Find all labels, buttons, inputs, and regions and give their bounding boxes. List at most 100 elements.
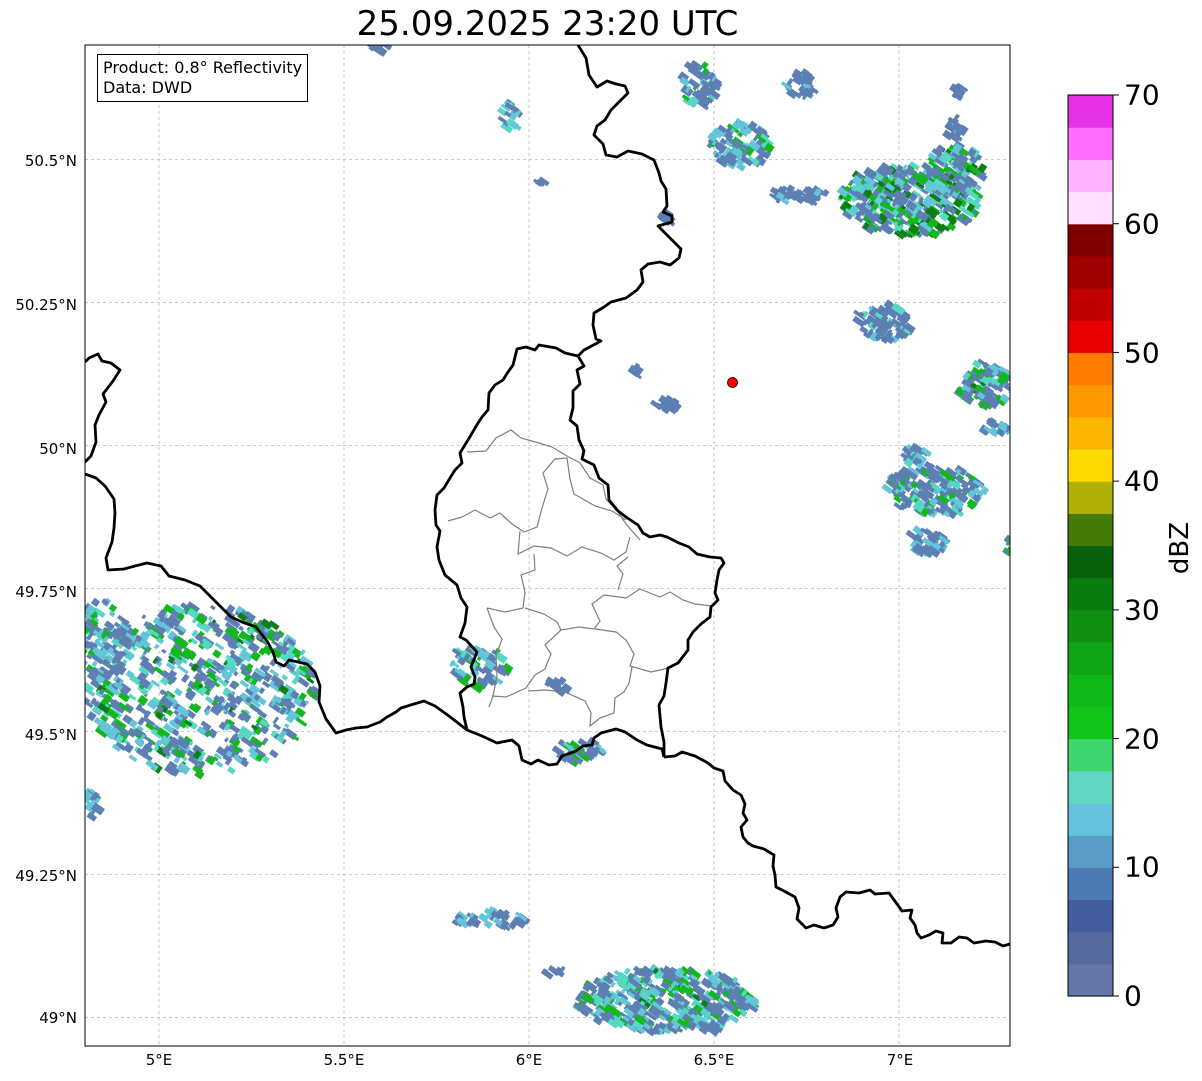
- colorbar-segment: [1068, 867, 1113, 901]
- echo-pixel: [215, 760, 224, 768]
- colorbar-segment: [1068, 159, 1113, 193]
- echo-pixel: [268, 749, 279, 759]
- echo-pixel: [108, 603, 118, 613]
- radar-echoes: [66, 45, 1010, 1037]
- y-tick-label: 50°N: [39, 440, 77, 458]
- colorbar-tick-label: 30: [1124, 593, 1160, 627]
- echo-pixel: [176, 762, 191, 776]
- echo-pixel: [71, 623, 84, 634]
- echo-pixel: [71, 618, 83, 630]
- colorbar-segment: [1068, 127, 1113, 160]
- echo-pixel: [283, 723, 290, 729]
- radar-site-marker: [727, 377, 738, 388]
- colorbar-tick-label: 20: [1124, 722, 1160, 756]
- echo-pixel: [73, 639, 83, 648]
- x-tick-label: 7°E: [886, 1051, 914, 1069]
- echo-pixel: [153, 643, 160, 650]
- echo-pixel: [258, 687, 266, 695]
- colorbar-segment: [1068, 352, 1113, 386]
- colorbar-segment: [1068, 963, 1113, 997]
- echo-pixel: [76, 664, 82, 670]
- colorbar-segment: [1068, 448, 1113, 482]
- echo-pixel: [70, 632, 79, 641]
- echo-pixel: [173, 687, 183, 697]
- colorbar-segment: [1068, 416, 1113, 450]
- colorbar-tick-label: 0: [1124, 979, 1142, 1013]
- colorbar-segment: [1068, 674, 1113, 707]
- colorbar-segment: [1068, 545, 1113, 579]
- echo-pixel: [272, 716, 280, 725]
- echo-pixel: [295, 716, 308, 727]
- colorbar-segment: [1068, 95, 1113, 128]
- echo-pixel: [74, 615, 82, 623]
- x-tick-label: 6°E: [515, 1051, 543, 1069]
- echo-pixel: [67, 625, 79, 635]
- colorbar-segment: [1068, 802, 1113, 836]
- radar-map: [66, 44, 1119, 1047]
- colorbar-label: dBZ: [1165, 521, 1195, 575]
- y-tick-label: 49°N: [39, 1009, 77, 1027]
- colorbar-tick-label: 70: [1124, 78, 1160, 112]
- colorbar-segment: [1068, 577, 1113, 611]
- y-tick-label: 49.25°N: [15, 867, 77, 885]
- x-tick-label: 5°E: [145, 1051, 173, 1069]
- echo-pixel: [176, 664, 189, 675]
- echo-pixel: [821, 188, 830, 198]
- colorbar-segment: [1068, 255, 1113, 289]
- colorbar-segment: [1068, 642, 1113, 675]
- echo-pixel: [90, 597, 101, 608]
- data-source-label: Data: DWD: [103, 78, 193, 97]
- colorbar-segment: [1068, 770, 1113, 804]
- colorbar-segment: [1068, 609, 1113, 643]
- colorbar-segment: [1068, 320, 1113, 354]
- echo-pixel: [261, 680, 271, 689]
- echo-pixel: [123, 742, 134, 754]
- echo-pixel: [75, 639, 81, 645]
- echo-pixel: [223, 737, 229, 743]
- map-title: 25.09.2025 23:20 UTC: [356, 4, 739, 44]
- y-tick-label: 49.75°N: [15, 583, 77, 601]
- colorbar-tick-label: 10: [1124, 850, 1160, 884]
- echo-pixel: [74, 615, 81, 622]
- y-tick-label: 50.25°N: [15, 296, 77, 314]
- colorbar-segment: [1068, 288, 1113, 321]
- colorbar-segment: [1068, 738, 1113, 772]
- echo-pixel: [66, 621, 81, 635]
- x-tick-label: 6.5°E: [693, 1051, 735, 1069]
- product-info-box: Product: 0.8° Reflectivity Data: DWD: [97, 54, 309, 102]
- colorbar-segment: [1068, 706, 1113, 740]
- echo-pixel: [180, 673, 190, 684]
- product-label: Product: 0.8° Reflectivity: [103, 58, 303, 77]
- echo-pixel: [128, 754, 138, 763]
- echo-pixel: [210, 604, 216, 611]
- colorbar-segment: [1068, 223, 1113, 257]
- echo-pixel: [272, 723, 281, 731]
- colorbar-segment: [1068, 481, 1113, 514]
- echo-pixel: [229, 680, 239, 690]
- echo-pixel: [240, 711, 252, 723]
- colorbar-tick-label: 60: [1124, 207, 1160, 241]
- colorbar-segment: [1068, 384, 1113, 418]
- y-tick-label: 50.5°N: [24, 152, 77, 170]
- colorbar-segment: [1068, 931, 1113, 965]
- colorbar-segment: [1068, 191, 1113, 225]
- echo-pixel: [281, 674, 289, 681]
- echo-pixel: [113, 621, 121, 629]
- echo-pixel: [75, 615, 85, 624]
- echo-pixel: [91, 660, 98, 668]
- echo-pixel: [214, 642, 225, 651]
- echo-pixel: [77, 651, 85, 660]
- colorbar-segment: [1068, 899, 1113, 933]
- echo-pixel: [238, 625, 245, 632]
- echo-pixel: [212, 649, 222, 659]
- echo-pixel: [207, 615, 214, 622]
- echo-pixel: [108, 610, 116, 618]
- colorbar-segment: [1068, 835, 1113, 868]
- y-tick-label: 49.5°N: [24, 726, 77, 744]
- echo-pixel: [141, 614, 147, 620]
- echo-pixel: [226, 766, 236, 775]
- colorbar: [1067, 94, 1119, 997]
- x-tick-label: 5.5°E: [323, 1051, 365, 1069]
- colorbar-segment: [1068, 513, 1113, 547]
- echo-pixel: [70, 636, 81, 646]
